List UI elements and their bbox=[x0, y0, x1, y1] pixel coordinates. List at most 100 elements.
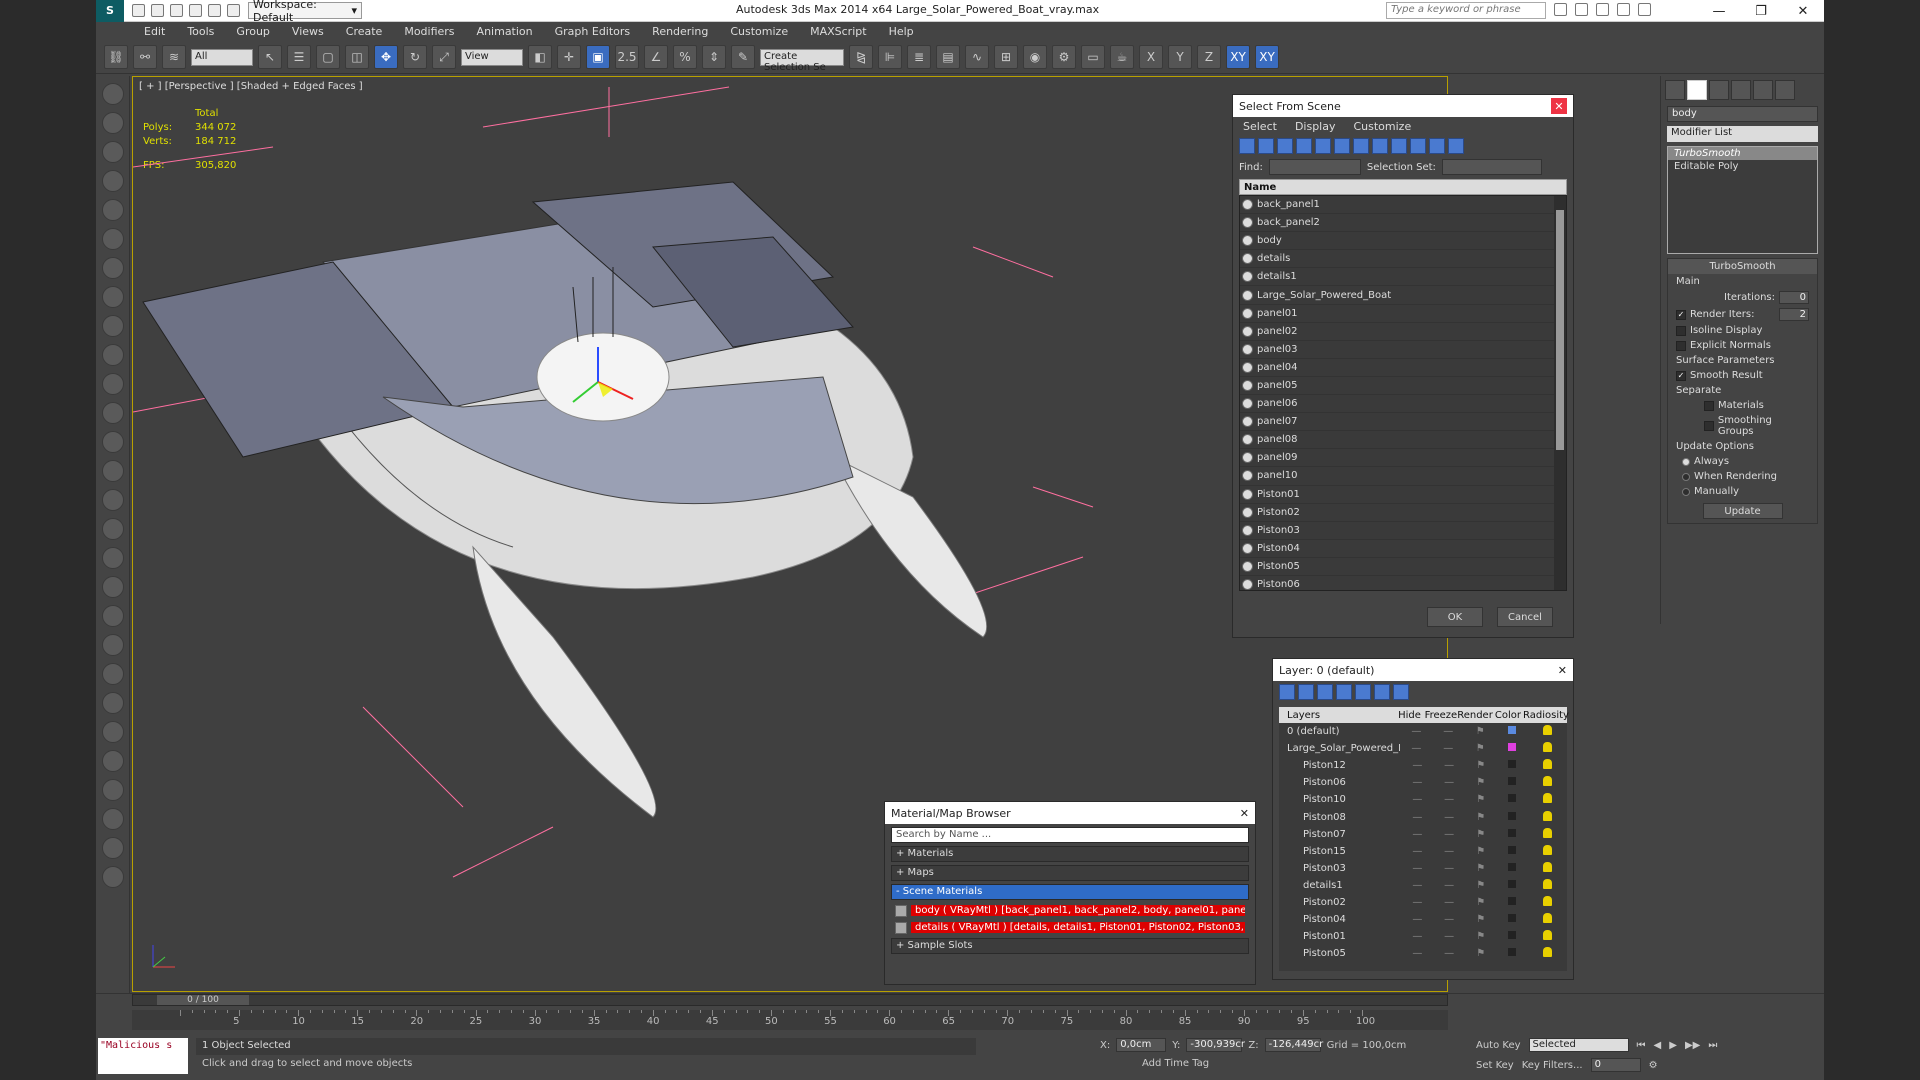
hide-toggle[interactable]: — bbox=[1402, 846, 1434, 857]
layer-color-swatch[interactable] bbox=[1497, 794, 1529, 805]
curve-editor-icon[interactable]: ∿ bbox=[965, 45, 989, 69]
scene-object-row[interactable]: body bbox=[1240, 232, 1566, 251]
globe-icon[interactable] bbox=[101, 750, 124, 772]
layer-row[interactable]: Piston03— — ⚑ bbox=[1279, 860, 1567, 877]
go-to-end-icon[interactable]: ⏭ bbox=[1708, 1040, 1717, 1051]
explicit-normals-checkbox[interactable] bbox=[1676, 340, 1686, 351]
create-tab-icon[interactable] bbox=[1665, 80, 1685, 100]
render-toggle-icon[interactable]: ⚑ bbox=[1465, 760, 1497, 771]
help-icon[interactable] bbox=[1638, 3, 1651, 16]
layer-row[interactable]: Piston05— — ⚑ bbox=[1279, 945, 1567, 962]
cancel-button[interactable]: Cancel bbox=[1497, 607, 1553, 627]
scene-object-row[interactable]: panel03 bbox=[1240, 341, 1566, 359]
layer-color-swatch[interactable] bbox=[1496, 726, 1528, 737]
menu-modifiers[interactable]: Modifiers bbox=[404, 25, 454, 38]
freeze-toggle[interactable]: — bbox=[1432, 726, 1464, 737]
layer-row[interactable]: Piston01— — ⚑ bbox=[1279, 928, 1567, 945]
window-crossing-icon[interactable]: ◫ bbox=[345, 45, 369, 69]
layer-row[interactable]: Piston02— — ⚑ bbox=[1279, 894, 1567, 911]
freeze-toggle[interactable]: — bbox=[1433, 846, 1465, 857]
freeze-toggle[interactable]: — bbox=[1433, 914, 1465, 925]
freeze-toggle[interactable]: — bbox=[1433, 829, 1465, 840]
dialog-title-bar[interactable]: Select From Scene ✕ bbox=[1233, 95, 1573, 117]
radiosity-toggle[interactable] bbox=[1528, 742, 1567, 755]
app-logo-icon[interactable]: S bbox=[96, 0, 124, 22]
freeze-column-header[interactable]: Freeze bbox=[1425, 710, 1458, 721]
render-setup-icon[interactable]: ⚙ bbox=[1052, 45, 1076, 69]
scene-object-row[interactable]: panel06 bbox=[1240, 395, 1566, 414]
layer-row[interactable]: Large_Solar_Powered_E — — ⚑ bbox=[1279, 740, 1567, 757]
render-toggle-icon[interactable]: ⚑ bbox=[1465, 777, 1497, 788]
track-bar[interactable]: 5 10 15 20 25 30 35 40 45 50 55 60 65 70 75 80 85 90 95 100 bbox=[132, 1010, 1448, 1030]
freeze-toggle[interactable]: — bbox=[1433, 931, 1465, 942]
hide-toggle[interactable]: — bbox=[1402, 812, 1434, 823]
render-toggle-icon[interactable]: ⚑ bbox=[1465, 880, 1497, 891]
render-toggle-icon[interactable]: ⚑ bbox=[1465, 897, 1497, 908]
layer-row[interactable]: Piston06— — ⚑ bbox=[1279, 774, 1567, 791]
hide-toggle[interactable]: — bbox=[1402, 760, 1434, 771]
bones-filter-icon[interactable] bbox=[1391, 138, 1407, 154]
material-entry-body[interactable]: body ( VRayMtl ) [back_panel1, back_pane… bbox=[895, 903, 1245, 918]
display-tab-icon[interactable] bbox=[1753, 80, 1773, 100]
layer-row[interactable]: Piston08— — ⚑ bbox=[1279, 808, 1567, 825]
layer-color-swatch[interactable] bbox=[1497, 828, 1529, 840]
materials-section[interactable]: + Materials bbox=[891, 846, 1249, 862]
radiosity-toggle[interactable] bbox=[1528, 776, 1567, 789]
time-slider[interactable]: 0 / 100 bbox=[132, 994, 1448, 1006]
find-input[interactable] bbox=[1268, 159, 1361, 175]
spacewarp-icon[interactable] bbox=[101, 605, 124, 627]
layer-row[interactable]: Piston15— — ⚑ bbox=[1279, 843, 1567, 860]
layer-row[interactable]: Piston10— — ⚑ bbox=[1279, 791, 1567, 808]
minimize-button[interactable]: — bbox=[1698, 0, 1740, 22]
menu-select[interactable]: Select bbox=[1243, 120, 1277, 133]
layer-manager-icon[interactable]: ≣ bbox=[907, 45, 931, 69]
teapot-icon[interactable] bbox=[101, 83, 124, 105]
render-icon[interactable] bbox=[101, 112, 124, 134]
lights-filter-icon[interactable] bbox=[1277, 138, 1293, 154]
axis-constraint-z-icon[interactable]: Z bbox=[1197, 45, 1221, 69]
containers-filter-icon[interactable] bbox=[1410, 138, 1426, 154]
update-button[interactable]: Update bbox=[1702, 503, 1783, 519]
unlink-icon[interactable]: ⚯ bbox=[133, 45, 157, 69]
set-key-button[interactable]: Set Key bbox=[1476, 1060, 1514, 1071]
menu-animation[interactable]: Animation bbox=[477, 25, 533, 38]
sample-slots-section[interactable]: + Sample Slots bbox=[891, 938, 1249, 954]
select-move-icon[interactable]: ✥ bbox=[374, 45, 398, 69]
selection-set-dropdown[interactable] bbox=[1441, 159, 1542, 175]
render-toggle-icon[interactable]: ⚑ bbox=[1465, 914, 1497, 925]
frozen-filter-icon[interactable] bbox=[1429, 138, 1445, 154]
z-coordinate-field[interactable]: -126,449cr bbox=[1264, 1038, 1323, 1052]
scene-object-row[interactable]: Piston01 bbox=[1240, 486, 1566, 504]
layers-icon[interactable] bbox=[101, 779, 124, 801]
hidden-filter-icon[interactable] bbox=[1448, 138, 1464, 154]
hide-toggle[interactable]: — bbox=[1402, 931, 1434, 942]
star-icon[interactable] bbox=[1617, 3, 1630, 16]
scene-object-row[interactable]: panel07 bbox=[1240, 413, 1566, 432]
keyboard-shortcut-override-icon[interactable]: ▣ bbox=[586, 45, 610, 69]
radiosity-toggle[interactable] bbox=[1528, 759, 1567, 772]
stack-item-turbosmooth[interactable]: TurboSmooth bbox=[1668, 147, 1817, 160]
menu-customize[interactable]: Customize bbox=[730, 25, 788, 38]
axis-constraint-xy-cycle-icon[interactable]: XY bbox=[1255, 45, 1279, 69]
groups-filter-icon[interactable] bbox=[1353, 138, 1369, 154]
modifier-icon[interactable] bbox=[101, 547, 124, 569]
key-icon[interactable] bbox=[1575, 3, 1588, 16]
dummy-icon[interactable] bbox=[101, 228, 124, 250]
hide-toggle[interactable]: — bbox=[1402, 880, 1434, 891]
rendered-frame-window-icon[interactable]: ▭ bbox=[1081, 45, 1105, 69]
scene-object-row[interactable]: panel08 bbox=[1240, 431, 1566, 450]
axis-constraint-xy-icon[interactable]: XY bbox=[1226, 45, 1250, 69]
sun-icon[interactable] bbox=[101, 460, 124, 482]
render-toggle-icon[interactable]: ⚑ bbox=[1465, 931, 1497, 942]
snaps-toggle-icon[interactable]: 2.5 bbox=[615, 45, 639, 69]
scene-object-row[interactable]: Piston06 bbox=[1240, 576, 1566, 590]
highlight-layer-icon[interactable] bbox=[1355, 684, 1371, 700]
close-icon[interactable]: ✕ bbox=[1558, 664, 1567, 677]
layer-row[interactable]: 0 (default) — — ⚑ bbox=[1279, 723, 1567, 740]
hide-toggle[interactable]: — bbox=[1400, 726, 1432, 737]
pin-icon[interactable] bbox=[101, 837, 124, 859]
layer-row[interactable]: Piston04— — ⚑ bbox=[1279, 911, 1567, 928]
menu-display[interactable]: Display bbox=[1295, 120, 1336, 133]
scene-object-row[interactable]: details bbox=[1240, 250, 1566, 269]
select-by-name-icon[interactable]: ☰ bbox=[287, 45, 311, 69]
